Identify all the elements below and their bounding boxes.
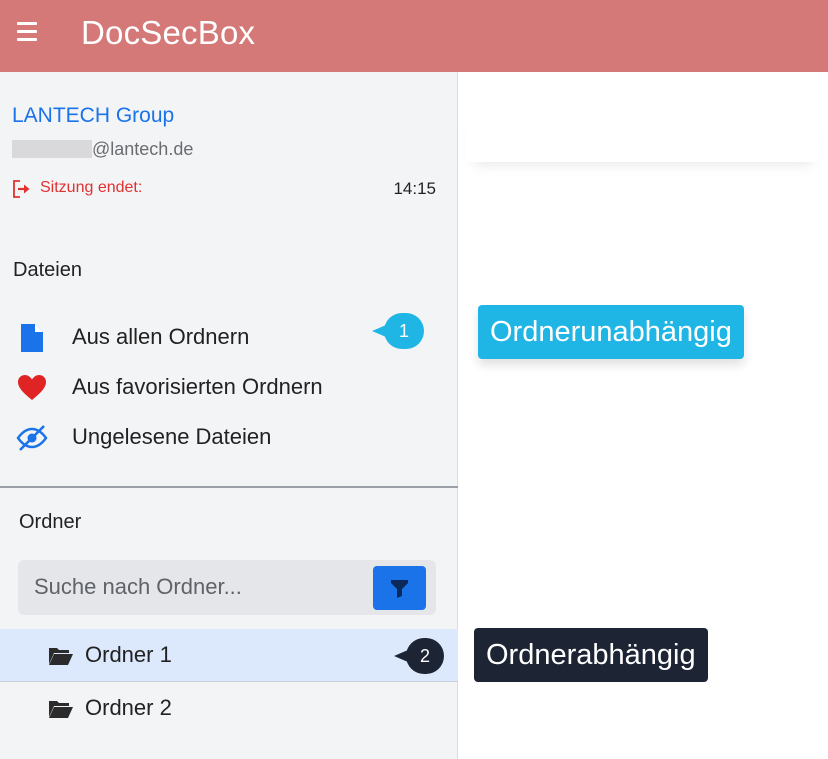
nav-item-label: Ungelesene Dateien	[72, 424, 272, 449]
folder-search	[18, 560, 436, 615]
folder-item-1[interactable]: Ordner 1	[0, 629, 458, 682]
nav-item-unread-files[interactable]: Ungelesene Dateien	[0, 414, 458, 460]
callout-number: 1	[384, 313, 424, 349]
annotation-label-independent: Ordnerunabhängig	[478, 305, 744, 359]
callout-badge-1: 1	[372, 313, 426, 351]
sidebar: LANTECH Group @lantech.de Sitzung endet:…	[0, 72, 458, 759]
folder-open-icon	[49, 648, 73, 665]
folder-item-2[interactable]: Ordner 2	[0, 682, 458, 735]
organization-name[interactable]: LANTECH Group	[12, 104, 174, 128]
nav-item-label: Aus favorisierten Ordnern	[72, 374, 323, 399]
filter-button[interactable]	[373, 566, 426, 610]
folder-item-label: Ordner 1	[85, 642, 172, 667]
email-domain: @lantech.de	[92, 138, 194, 159]
annotation-label-dependent: Ordnerabhängig	[474, 628, 708, 682]
session-time: 14:15	[393, 179, 436, 198]
content-header	[466, 108, 820, 162]
app-header: DocSecBox	[0, 0, 828, 72]
session-label: Sitzung endet:	[40, 179, 143, 196]
heart-icon	[18, 375, 46, 400]
section-divider	[0, 486, 458, 488]
logout-icon	[13, 180, 30, 198]
folder-item-label: Ordner 2	[85, 695, 172, 720]
app-title: DocSecBox	[81, 14, 256, 51]
user-email: @lantech.de	[12, 139, 193, 159]
email-redaction	[12, 140, 92, 158]
filter-icon	[391, 580, 408, 598]
nav-item-label: Aus allen Ordnern	[72, 324, 250, 349]
files-section-title: Dateien	[13, 259, 82, 281]
callout-badge-2: 2	[394, 638, 448, 676]
callout-number: 2	[406, 638, 444, 674]
hamburger-menu-icon[interactable]	[17, 22, 45, 44]
session-expiry: Sitzung endet: 14:15	[12, 178, 436, 200]
folder-open-icon	[49, 701, 73, 718]
folders-section-title: Ordner	[19, 511, 82, 533]
folder-search-input[interactable]	[34, 572, 364, 602]
document-icon	[21, 324, 43, 352]
eye-slash-icon	[16, 425, 48, 451]
nav-item-favorite-folders[interactable]: Aus favorisierten Ordnern	[0, 364, 458, 410]
